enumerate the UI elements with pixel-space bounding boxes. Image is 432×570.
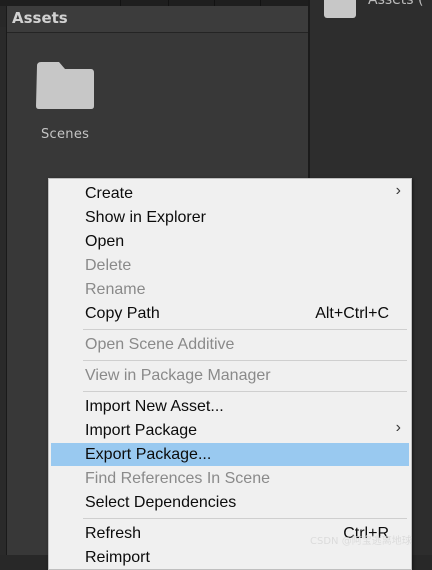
menu-item-label: Import New Asset... [85,398,224,415]
menu-item-shortcut: Alt+Ctrl+C [315,305,389,322]
menu-item-label: Import Package [85,422,198,439]
menu-item-rename: Rename [51,278,409,301]
menu-separator [83,360,407,361]
menu-separator [83,391,407,392]
menu-item-reimport[interactable]: Reimport [51,546,409,569]
menu-item-label: Export Package... [85,446,212,463]
menu-item-open[interactable]: Open [51,230,409,253]
menu-item-view-in-package-manager: View in Package Manager [51,364,409,387]
menu-item-label: Reimport [85,549,150,566]
menu-item-label: Copy Path [85,305,160,322]
menu-item-label: Create [85,185,134,202]
menu-item-select-dependencies[interactable]: Select Dependencies [51,491,409,514]
chevron-right-icon: › [395,182,401,199]
folder-icon [324,0,356,18]
menu-item-export-package[interactable]: Export Package... [51,443,409,466]
chevron-right-icon: › [395,419,401,436]
menu-item-label: Select Dependencies [85,494,237,511]
menu-item-find-references-in-scene: Find References In Scene [51,467,409,490]
menu-separator [83,518,407,519]
menu-item-label: View in Package Manager [85,367,271,384]
menu-item-copy-path[interactable]: Copy Path Alt+Ctrl+C [51,302,409,325]
menu-item-label: Open [85,233,125,250]
menu-item-import-new-asset[interactable]: Import New Asset... [51,395,409,418]
menu-item-import-package[interactable]: Import Package › [51,419,409,442]
menu-separator [83,329,407,330]
folder-icon[interactable] [35,60,95,110]
menu-item-label: Show in Explorer [85,209,206,226]
menu-item-label: Delete [85,257,132,274]
menu-item-label: Refresh [85,525,142,542]
menu-item-label: Rename [85,281,146,298]
menu-item-show-in-explorer[interactable]: Show in Explorer [51,206,409,229]
assets-header: Assets [7,6,308,33]
watermark: CSDN @阿宝逃离地球 [310,536,412,547]
assets-title: Assets [12,9,68,27]
menu-item-delete: Delete [51,254,409,277]
right-panel-title: Assets ( [368,0,424,8]
assets-side-gutter [0,27,6,555]
menu-item-label: Open Scene Additive [85,336,235,353]
folder-label[interactable]: Scenes [41,127,89,142]
context-menu: Create › Show in Explorer Open Delete Re… [48,178,412,570]
menu-item-create[interactable]: Create › [51,182,409,205]
menu-item-open-scene-additive: Open Scene Additive [51,333,409,356]
menu-item-label: Find References In Scene [85,470,270,487]
